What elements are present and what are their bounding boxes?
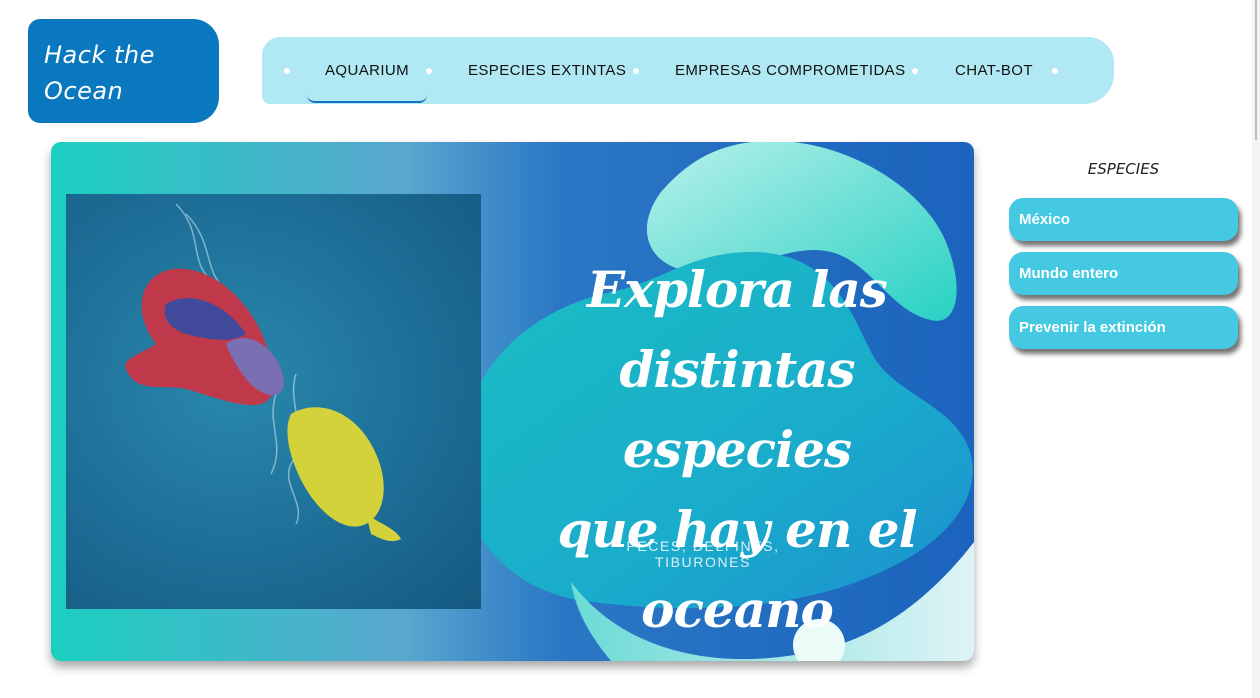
hero-title-line: que hay en el oceano [557, 500, 917, 639]
main-nav: AQUARIUM ESPECIES EXTINTAS EMPRESAS COMP… [262, 37, 1114, 104]
nav-item-especies-extintas[interactable]: ESPECIES EXTINTAS [468, 61, 626, 81]
hero-title-line: distintas especies [619, 340, 855, 479]
nav-separator-dot [284, 68, 290, 74]
hero-title: Explora las distintas especies que hay e… [517, 250, 957, 650]
nav-separator-dot [1052, 68, 1058, 74]
sidebar-button-mexico[interactable]: México [1009, 198, 1238, 241]
hero-title-line: Explora las [587, 260, 888, 319]
nav-separator-dot [426, 68, 432, 74]
hero-banner: Explora las distintas especies que hay e… [51, 142, 974, 661]
nav-item-empresas-comprometidas[interactable]: EMPRESAS COMPROMETIDAS [675, 61, 906, 81]
nav-item-aquarium[interactable]: AQUARIUM [325, 61, 409, 81]
logo-line-1: Hack the [44, 41, 155, 69]
nav-separator-dot [633, 68, 639, 74]
fish-illustration [125, 203, 401, 542]
sidebar-button-mundo-entero[interactable]: Mundo entero [1009, 252, 1238, 295]
nav-item-chat-bot[interactable]: CHAT-BOT [955, 61, 1033, 81]
hero-subtitle: PECES, DELFINES, TIBURONES [626, 538, 780, 570]
fish-photo [66, 194, 481, 609]
nav-separator-dot [912, 68, 918, 74]
sidebar-button-prevenir-extincion[interactable]: Prevenir la extinción [1009, 306, 1238, 349]
scrollbar-thumb[interactable] [1255, 0, 1257, 140]
site-logo[interactable]: Hack the Ocean [28, 19, 219, 123]
logo-line-2: Ocean [44, 77, 124, 105]
sidebar-heading: ESPECIES [1087, 160, 1160, 178]
nav-active-indicator [307, 95, 427, 103]
